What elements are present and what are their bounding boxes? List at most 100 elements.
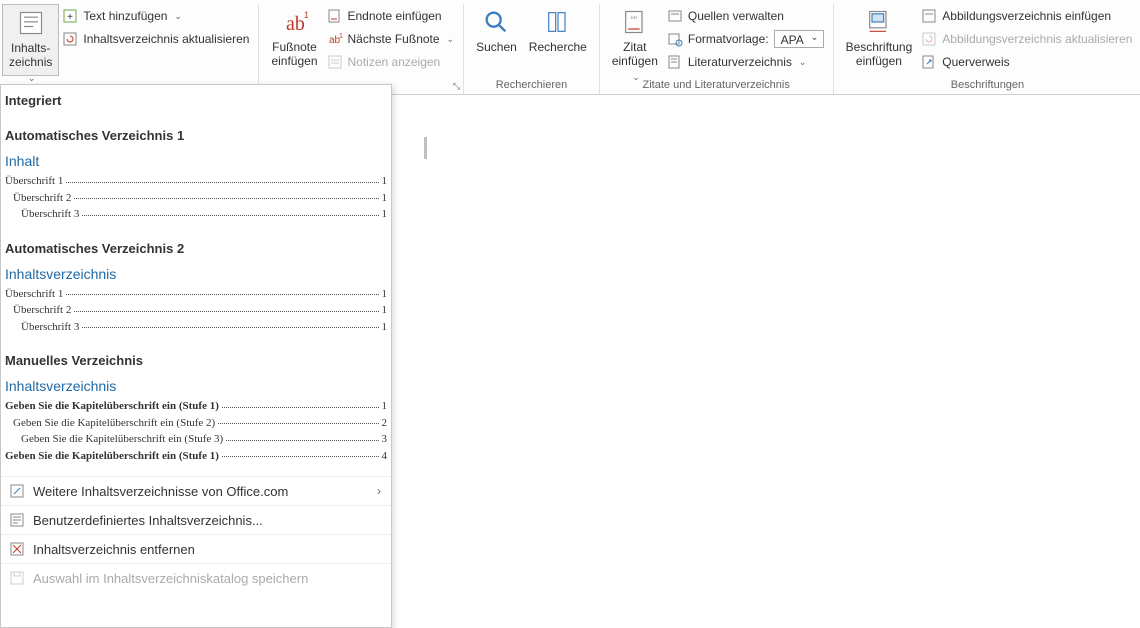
manage-sources-button[interactable]: Quellen verwalten [664,6,827,26]
document-area[interactable] [392,95,1140,628]
update-fig-index-icon [921,31,937,47]
group-toc: Inhalts- zeichnis ⌄ + Text hinzufügen ⌄ … [0,4,259,94]
style-label: Formatvorlage: [688,32,769,46]
search-label: Suchen [476,40,517,54]
save-icon [9,570,25,586]
toc-line-text: Geben Sie die Kapitelüberschrift ein (St… [5,398,219,415]
office-icon [9,483,25,499]
toc-style-auto2[interactable]: Automatisches Verzeichnis 2 [1,227,391,262]
toc-button[interactable]: Inhalts- zeichnis ⌄ [2,4,59,76]
toc-style-manual[interactable]: Manuelles Verzeichnis [1,339,391,374]
next-footnote-button[interactable]: ab1 Nächste Fußnote ⌄ [324,29,458,49]
toc-preview-auto1[interactable]: Inhalt Überschrift 11 Überschrift 21 Übe… [1,149,391,227]
chevron-down-icon: ⌄ [447,34,455,45]
toc-line-page: 2 [382,415,388,432]
save-selection-toc-label: Auswahl im Inhaltsverzeichniskatalog spe… [33,571,308,586]
crossref-button[interactable]: Querverweis [918,52,1135,72]
update-fig-index-label: Abbildungsverzeichnis aktualisieren [942,32,1132,46]
more-toc-office[interactable]: Weitere Inhaltsverzeichnisse von Office.… [1,476,391,505]
group-research-label: Recherchieren [470,77,593,94]
citation-style-row: Formatvorlage: APA [664,29,827,49]
footnotes-dialog-launcher[interactable]: ⤡ [453,81,460,92]
bibliography-button[interactable]: Literaturverzeichnis ⌄ [664,52,827,72]
search-icon [482,8,510,36]
caption-label-1: Beschriftung [846,40,913,54]
group-citations: “” Zitat einfügen ⌄ Quellen verwalten Fo… [600,4,834,94]
toc-icon [17,9,45,37]
endnote-icon [327,8,343,24]
show-notes-icon [327,54,343,70]
save-selection-toc[interactable]: Auswahl im Inhaltsverzeichniskatalog spe… [1,563,391,592]
research-label: Recherche [529,40,587,54]
custom-toc-icon [9,512,25,528]
more-toc-office-label: Weitere Inhaltsverzeichnisse von Office.… [33,484,288,499]
group-captions-label: Beschriftungen [840,77,1136,94]
chevron-down-icon: ⌄ [174,11,182,22]
update-toc-label: Inhaltsverzeichnis aktualisieren [83,32,249,46]
show-notes-button[interactable]: Notizen anzeigen [324,52,458,72]
toc-line-text: Geben Sie die Kapitelüberschrift ein (St… [21,431,223,448]
svg-text:1: 1 [304,10,308,20]
remove-toc-label: Inhaltsverzeichnis entfernen [33,542,195,557]
insert-caption-button[interactable]: Beschriftung einfügen [840,4,919,76]
add-text-icon: + [62,8,78,24]
next-footnote-label: Nächste Fußnote [348,32,440,46]
toc-line-page: 1 [382,286,388,303]
toc-line-text: Überschrift 3 [21,319,79,336]
citation-icon: “” [621,8,649,36]
insert-citation-button[interactable]: “” Zitat einfügen ⌄ [606,4,664,76]
toc-preview-manual[interactable]: Inhaltsverzeichnis Geben Sie die Kapitel… [1,374,391,468]
toc-line-page: 1 [382,398,388,415]
citation-style-select[interactable]: APA [774,30,824,48]
chevron-right-icon: › [377,484,381,498]
update-toc-button[interactable]: Inhaltsverzeichnis aktualisieren [59,29,252,49]
group-footnotes: ab1 Fußnote einfügen Endnote einfügen ab… [259,4,464,94]
insert-fig-index-label: Abbildungsverzeichnis einfügen [942,9,1111,23]
group-captions: Beschriftung einfügen Abbildungsverzeich… [834,4,1140,94]
insert-endnote-button[interactable]: Endnote einfügen [324,6,458,26]
toc-preview-auto2[interactable]: Inhaltsverzeichnis Überschrift 11 Übersc… [1,262,391,340]
insert-endnote-label: Endnote einfügen [348,9,442,23]
footnote-label-2: einfügen [271,54,317,68]
bibliography-label: Literaturverzeichnis [688,55,792,69]
crossref-label: Querverweis [942,55,1009,69]
custom-toc-label: Benutzerdefiniertes Inhaltsverzeichnis..… [33,513,263,528]
toc-line-page: 1 [382,173,388,190]
toc-line-page: 1 [382,319,388,336]
caption-icon [865,8,893,36]
toc-line-text: Überschrift 3 [21,206,79,223]
group-citations-label: Zitate und Literaturverzeichnis [606,77,827,94]
toc-line-text: Überschrift 1 [5,286,63,303]
toc-line-page: 1 [382,302,388,319]
refresh-icon [62,31,78,47]
svg-text:“”: “” [631,15,637,25]
add-text-label: Text hinzufügen [83,9,167,23]
next-footnote-icon: ab1 [327,31,343,47]
insert-fig-index-button[interactable]: Abbildungsverzeichnis einfügen [918,6,1135,26]
insert-footnote-button[interactable]: ab1 Fußnote einfügen [265,4,323,76]
toc-label-1: Inhalts- [11,41,50,55]
group-research: Suchen Recherche Recherchieren [464,4,600,94]
remove-toc[interactable]: Inhaltsverzeichnis entfernen [1,534,391,563]
text-cursor [424,137,427,159]
toc-style-auto1[interactable]: Automatisches Verzeichnis 1 [1,114,391,149]
fig-index-icon [921,8,937,24]
svg-text:ab: ab [286,13,305,35]
search-button[interactable]: Suchen [470,4,523,76]
ribbon: Inhalts- zeichnis ⌄ + Text hinzufügen ⌄ … [0,0,1140,95]
toc-line-text: Geben Sie die Kapitelüberschrift ein (St… [5,448,219,465]
research-button[interactable]: Recherche [523,4,593,76]
update-fig-index-button[interactable]: Abbildungsverzeichnis aktualisieren [918,29,1135,49]
custom-toc[interactable]: Benutzerdefiniertes Inhaltsverzeichnis..… [1,505,391,534]
chevron-down-icon: ⌄ [799,57,807,68]
add-text-button[interactable]: + Text hinzufügen ⌄ [59,6,252,26]
manage-sources-label: Quellen verwalten [688,9,784,23]
toc-line-text: Überschrift 2 [13,302,71,319]
style-icon [667,31,683,47]
citation-label-1: Zitat [623,40,646,54]
toc-line-page: 1 [382,190,388,207]
toc-line-page: 1 [382,206,388,223]
crossref-icon [921,54,937,70]
toc-line-text: Überschrift 2 [13,190,71,207]
dropdown-section-integrated: Integriert [1,85,391,114]
